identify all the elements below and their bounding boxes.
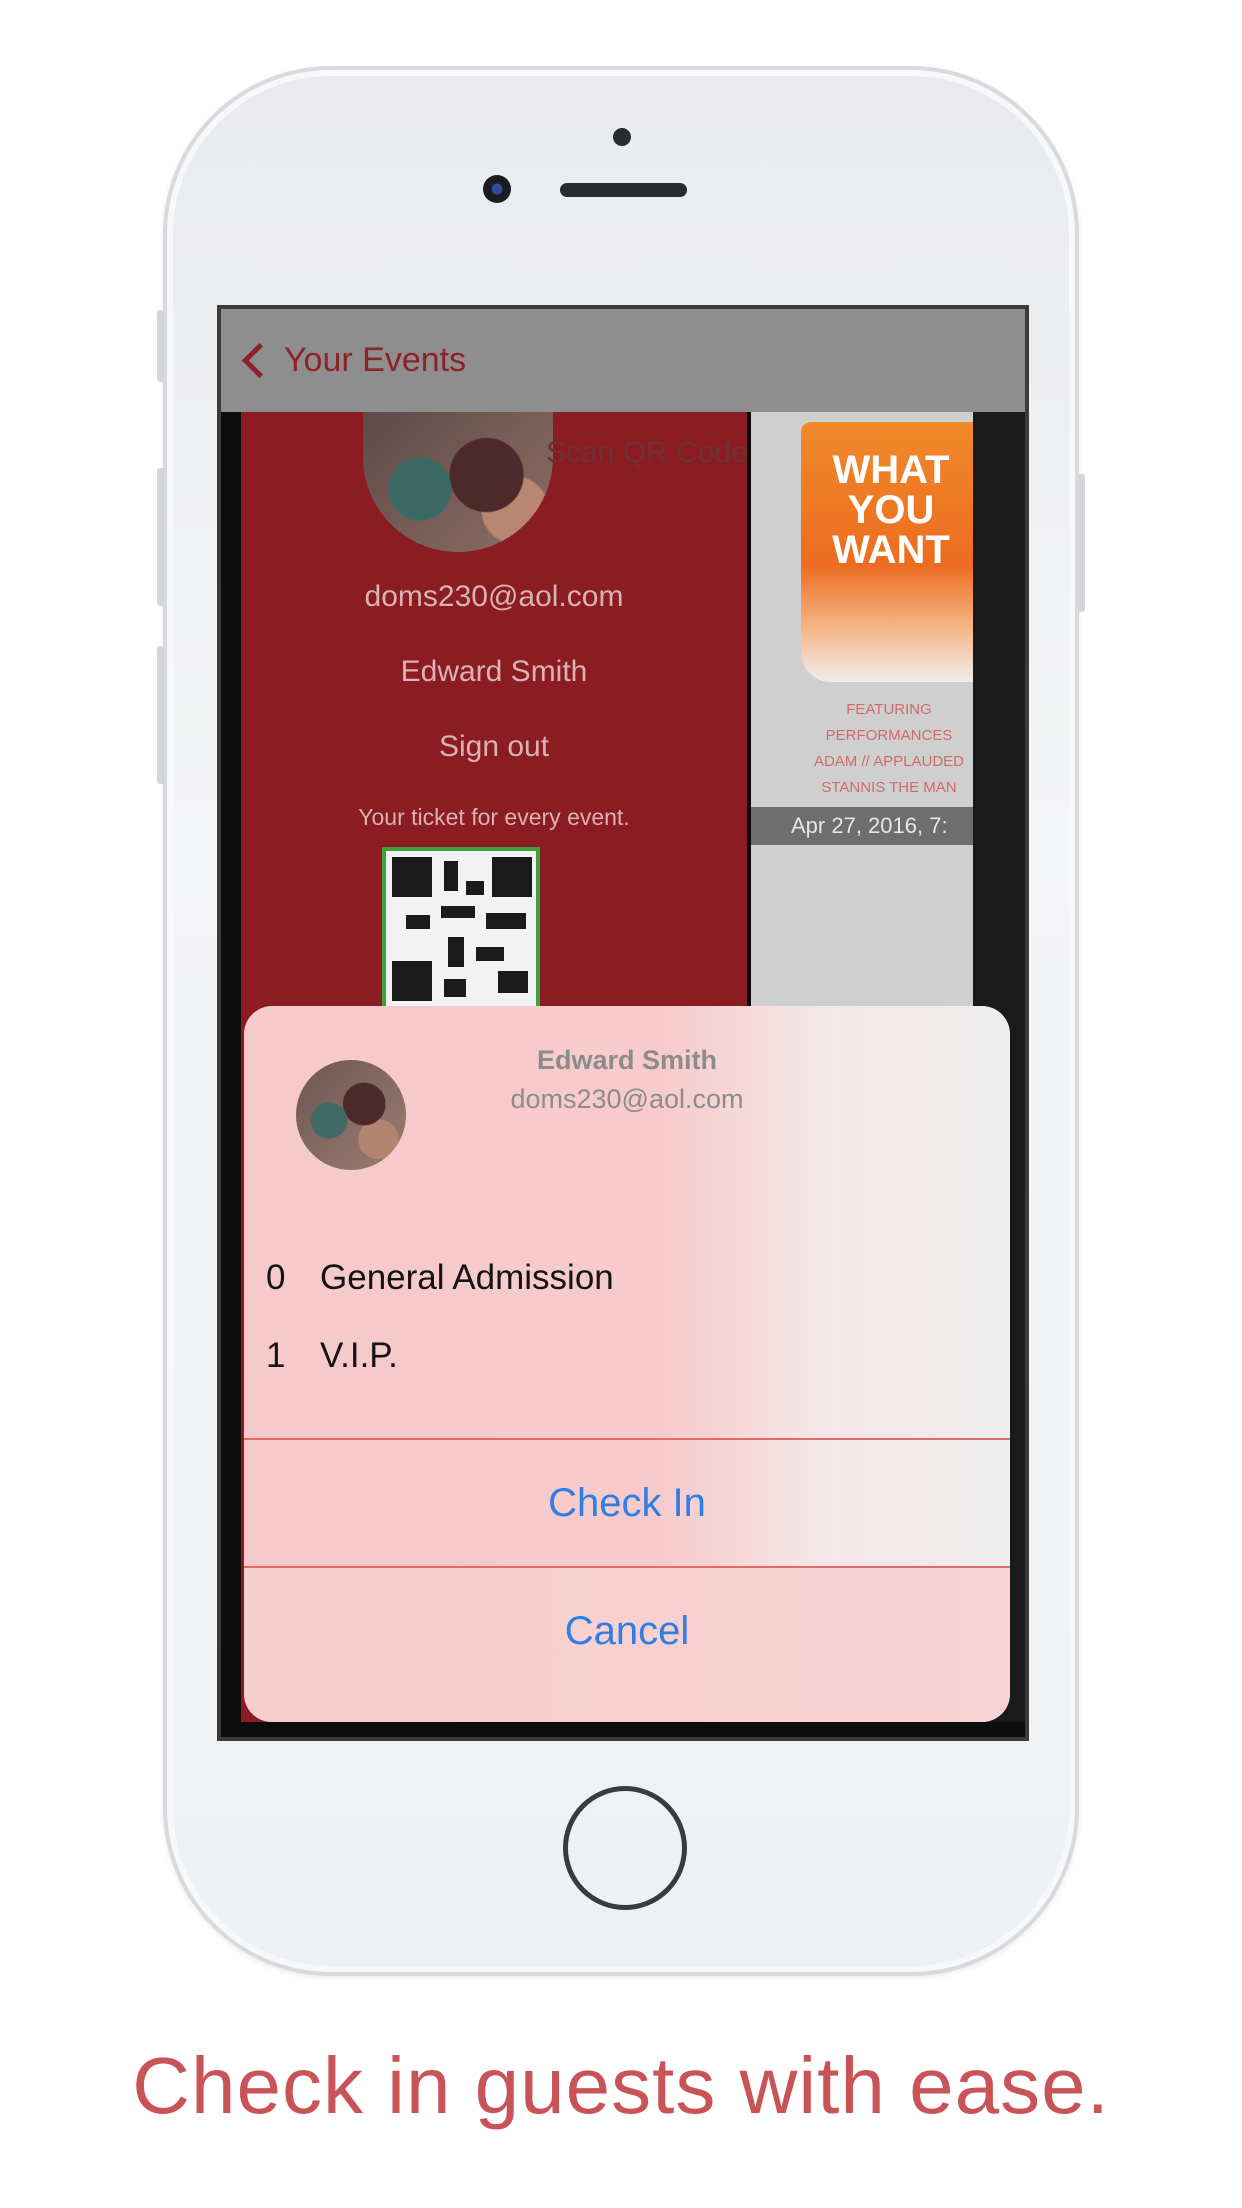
event-poster-title: WHAT YOU WANT [832, 448, 950, 572]
ticket-count: 0 [266, 1258, 286, 1297]
power-button [1077, 474, 1085, 612]
volume-up-button [157, 468, 165, 606]
front-camera-icon [483, 175, 511, 203]
ticket-row: 1 V.I.P. [266, 1336, 398, 1376]
poster-line: STANNIS THE MAN [821, 779, 957, 796]
profile-email: doms230@aol.com [364, 580, 624, 613]
home-button[interactable] [563, 1786, 687, 1910]
poster-line: ADAM // APPLAUDED [813, 753, 965, 770]
ticket-type: V.I.P. [320, 1336, 398, 1375]
sign-out-button[interactable]: Sign out [241, 730, 747, 764]
check-in-sheet: Edward Smith doms230@aol.com 0 General Ad… [244, 1006, 1010, 1722]
guest-avatar [296, 1060, 406, 1170]
back-button[interactable]: Your Events [239, 341, 466, 380]
ticket-type: General Admission [320, 1258, 614, 1297]
ticket-row: 0 General Admission [266, 1258, 614, 1298]
poster-line: FEATURING PERFORMANCES [825, 701, 953, 744]
mute-switch [157, 310, 165, 382]
profile-name: Edward Smith [400, 655, 588, 688]
profile-tagline: Your ticket for every event. [358, 804, 630, 830]
event-poster-lines: FEATURING PERFORMANCES ADAM // APPLAUDED… [805, 697, 973, 801]
phone-screen: Scan QR Code doms230@aol.com Edward Smit… [217, 305, 1029, 1741]
qr-code-icon [382, 847, 540, 1012]
earpiece-speaker [560, 183, 687, 197]
cancel-button[interactable]: Cancel [244, 1568, 1010, 1694]
back-button-label: Your Events [284, 341, 467, 379]
guest-email: doms230@aol.com [510, 1084, 744, 1114]
guest-name: Edward Smith [536, 1045, 718, 1075]
profile-avatar [363, 412, 553, 552]
promo-caption: Check in guests with ease. [132, 2041, 1110, 2130]
volume-down-button [157, 646, 165, 784]
check-in-button[interactable]: Check In [244, 1440, 1010, 1566]
proximity-sensor [613, 128, 631, 146]
ticket-count: 1 [266, 1336, 286, 1375]
chevron-left-icon [241, 342, 278, 379]
navigation-bar: Your Events [221, 309, 1025, 412]
event-date: Apr 27, 2016, 7: [751, 807, 973, 845]
scan-qr-label[interactable]: Scan QR Code [546, 436, 748, 470]
